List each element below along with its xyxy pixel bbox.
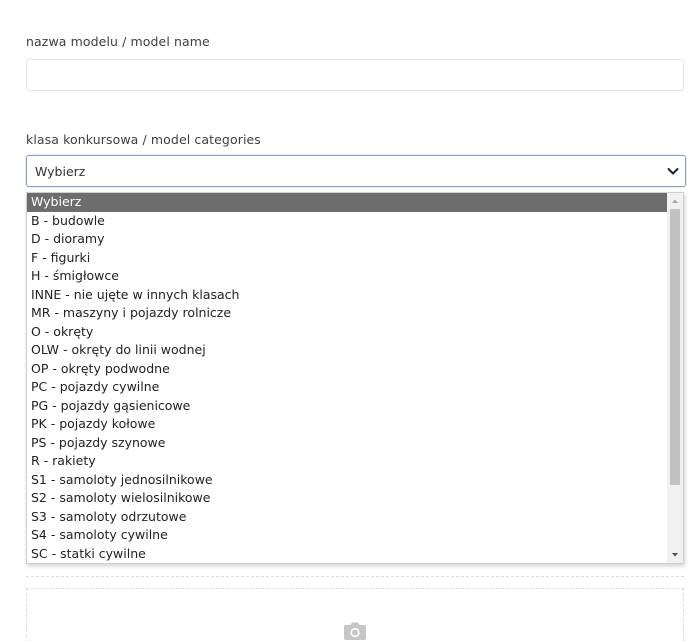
camera-icon bbox=[344, 622, 366, 640]
model-name-label: nazwa modelu / model name bbox=[26, 34, 210, 49]
category-option[interactable]: MR - maszyny i pojazdy rolnicze bbox=[27, 304, 667, 323]
category-option[interactable]: S1 - samoloty jednosilnikowe bbox=[27, 471, 667, 490]
category-option[interactable]: OP - okręty podwodne bbox=[27, 360, 667, 379]
category-dropdown-list: Wybierz B - budowle D - dioramy F - figurki… bbox=[26, 192, 684, 564]
dropdown-scrollbar[interactable] bbox=[667, 193, 683, 563]
category-option[interactable]: PC - pojazdy cywilne bbox=[27, 378, 667, 397]
category-select[interactable]: Wybierz bbox=[26, 155, 686, 187]
category-option[interactable]: B - budowle bbox=[27, 212, 667, 231]
category-option-selected[interactable]: Wybierz bbox=[27, 193, 667, 212]
model-name-input[interactable] bbox=[26, 59, 684, 91]
dashed-divider bbox=[26, 566, 684, 577]
photo-upload-area[interactable] bbox=[26, 588, 684, 641]
category-option[interactable]: H - śmigłowce bbox=[27, 267, 667, 286]
category-option[interactable]: D - dioramy bbox=[27, 230, 667, 249]
scroll-up-arrow-icon[interactable] bbox=[667, 194, 683, 208]
category-option[interactable]: F - figurki bbox=[27, 249, 667, 268]
category-option[interactable]: INNE - nie ujęte w innych klasach bbox=[27, 286, 667, 305]
category-option[interactable]: PG - pojazdy gąsienicowe bbox=[27, 397, 667, 416]
scroll-down-arrow-icon[interactable] bbox=[667, 548, 683, 562]
category-options: Wybierz B - budowle D - dioramy F - figurki… bbox=[27, 193, 667, 563]
chevron-down-icon bbox=[667, 168, 679, 175]
category-label: klasa konkursowa / model categories bbox=[26, 132, 261, 147]
category-option[interactable]: S2 - samoloty wielosilnikowe bbox=[27, 489, 667, 508]
category-option[interactable]: O - okręty bbox=[27, 323, 667, 342]
category-option[interactable]: S4 - samoloty cywilne bbox=[27, 526, 667, 545]
scrollbar-thumb[interactable] bbox=[670, 209, 680, 485]
category-select-value: Wybierz bbox=[35, 164, 86, 179]
category-option[interactable]: S3 - samoloty odrzutowe bbox=[27, 508, 667, 527]
category-option[interactable]: OLW - okręty do linii wodnej bbox=[27, 341, 667, 360]
model-form: nazwa modelu / model name klasa konkurso… bbox=[0, 0, 688, 641]
category-option[interactable]: R - rakiety bbox=[27, 452, 667, 471]
category-option[interactable]: SC - statki cywilne bbox=[27, 545, 667, 564]
category-option[interactable]: PK - pojazdy kołowe bbox=[27, 415, 667, 434]
category-option[interactable]: PS - pojazdy szynowe bbox=[27, 434, 667, 453]
